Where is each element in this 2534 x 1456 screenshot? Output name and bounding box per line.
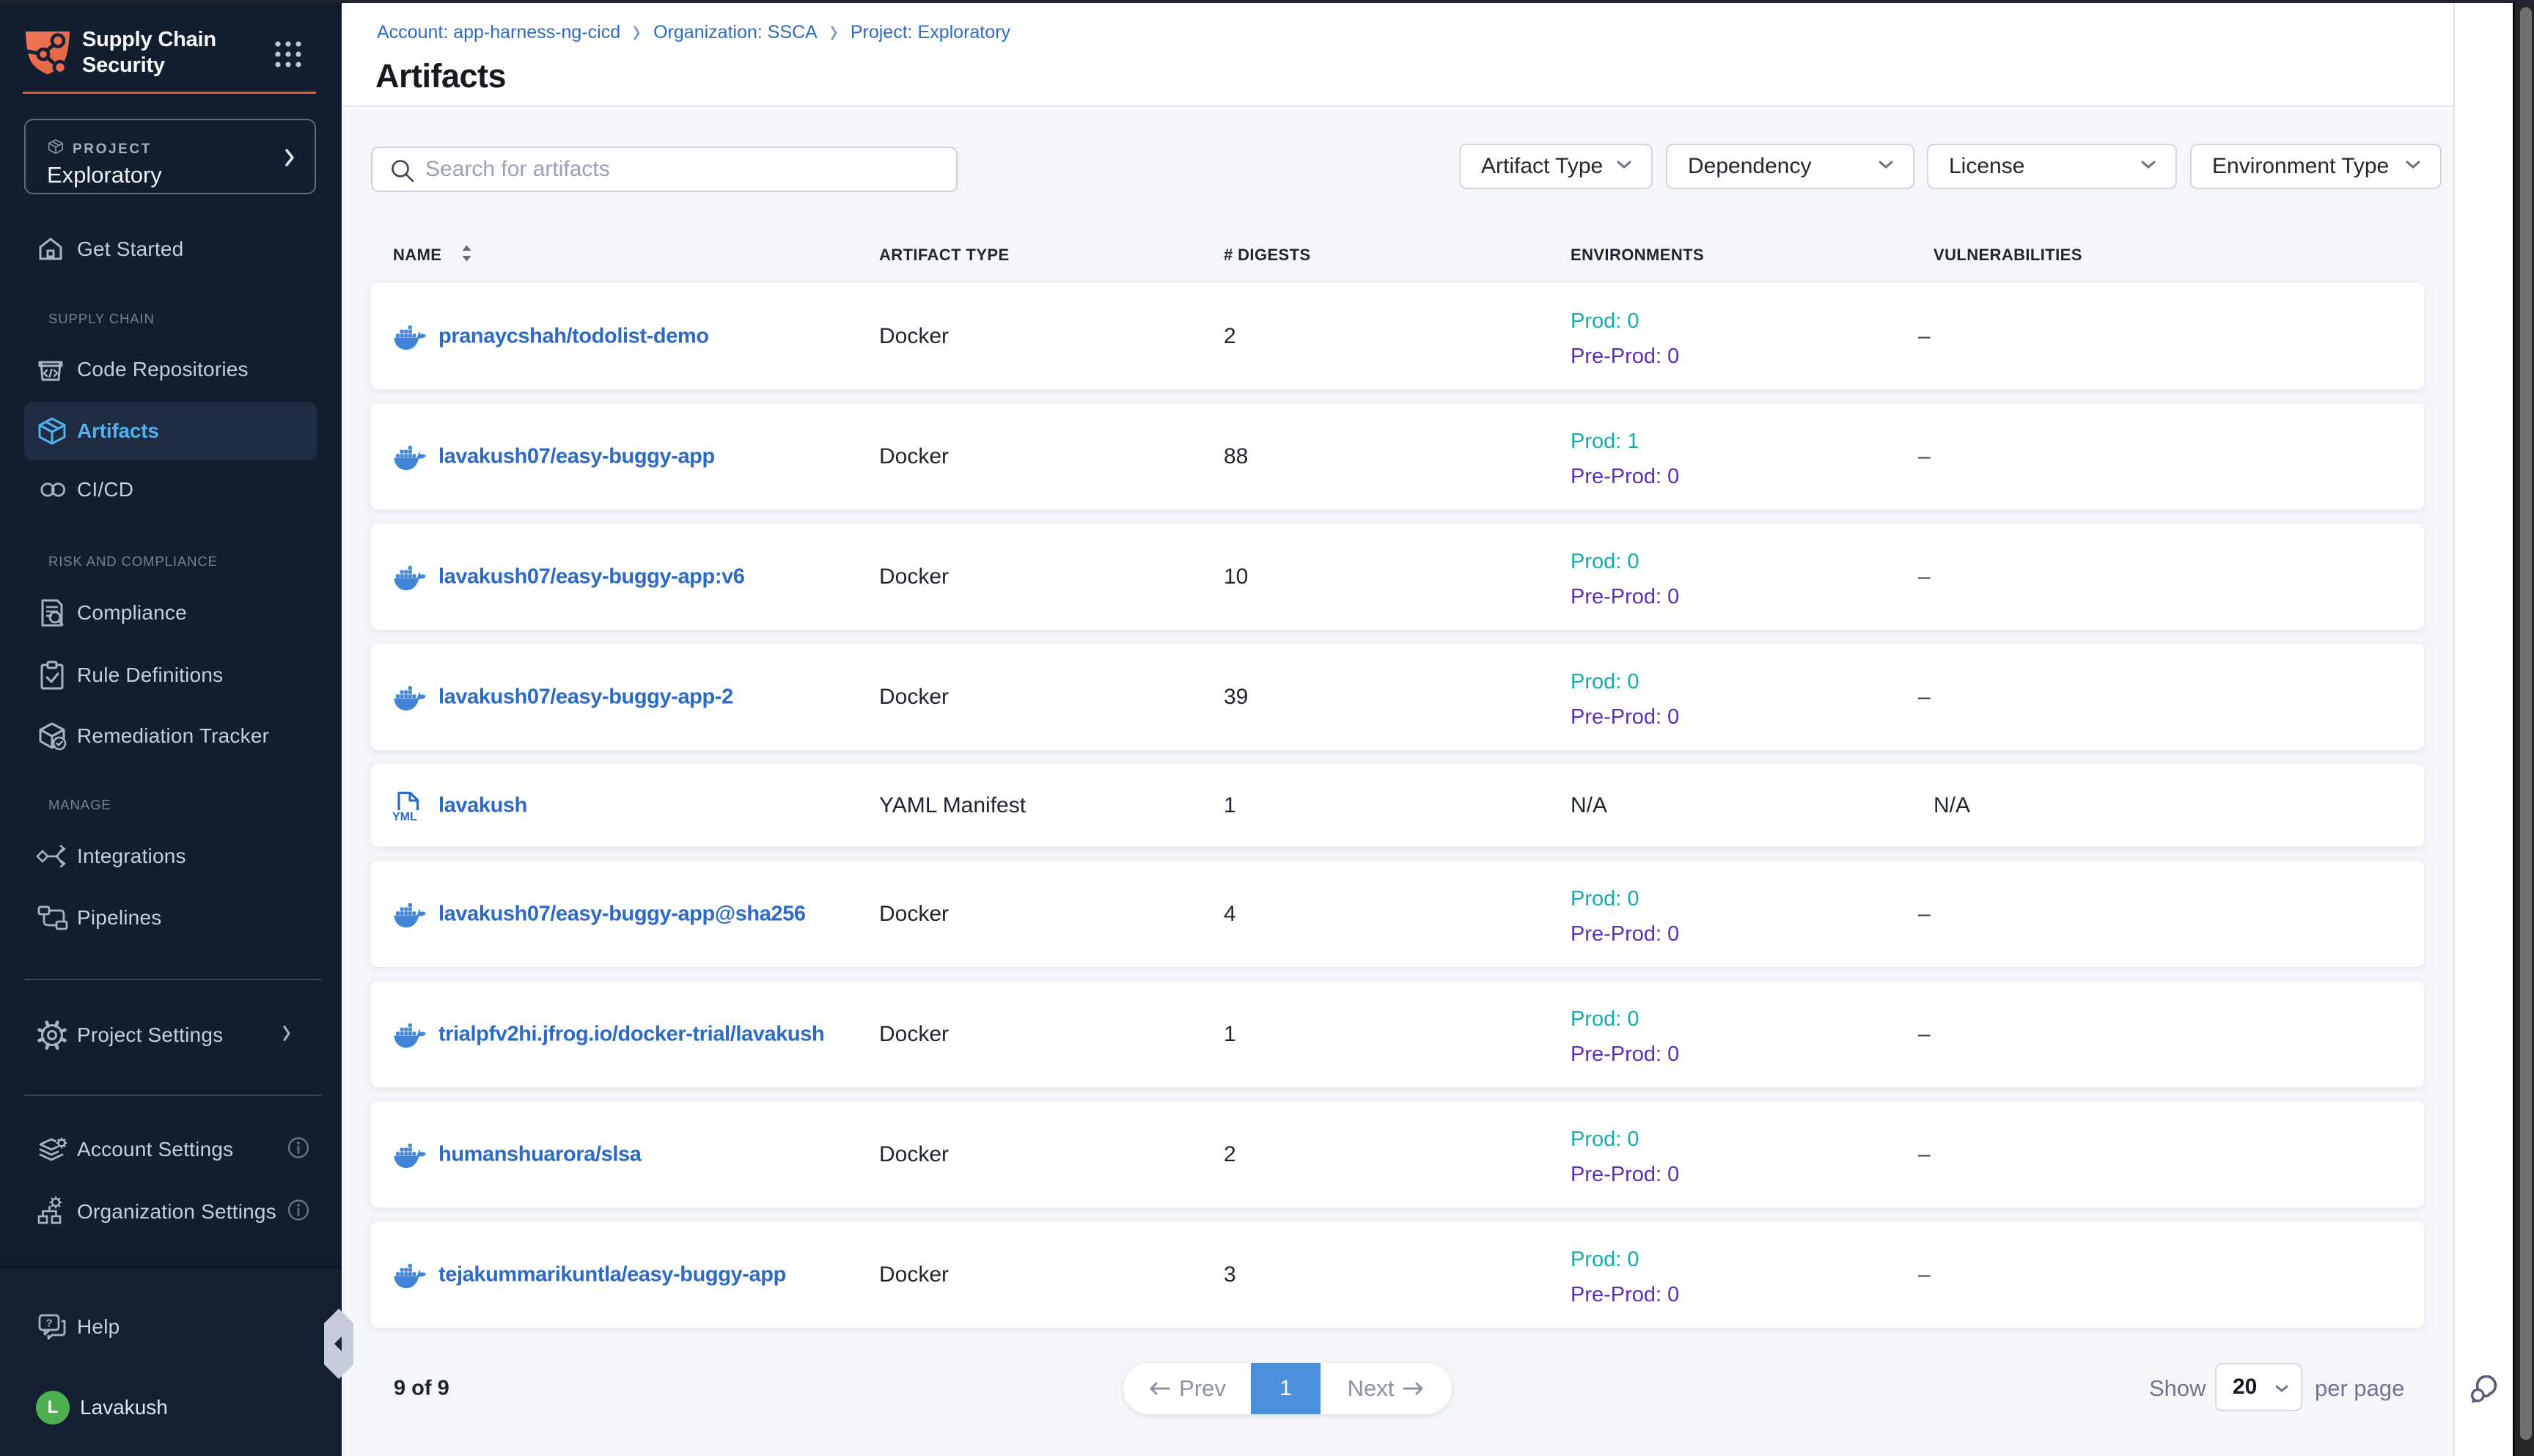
svg-text:?: ?: [45, 1317, 52, 1330]
svg-text:YML: YML: [392, 811, 417, 823]
